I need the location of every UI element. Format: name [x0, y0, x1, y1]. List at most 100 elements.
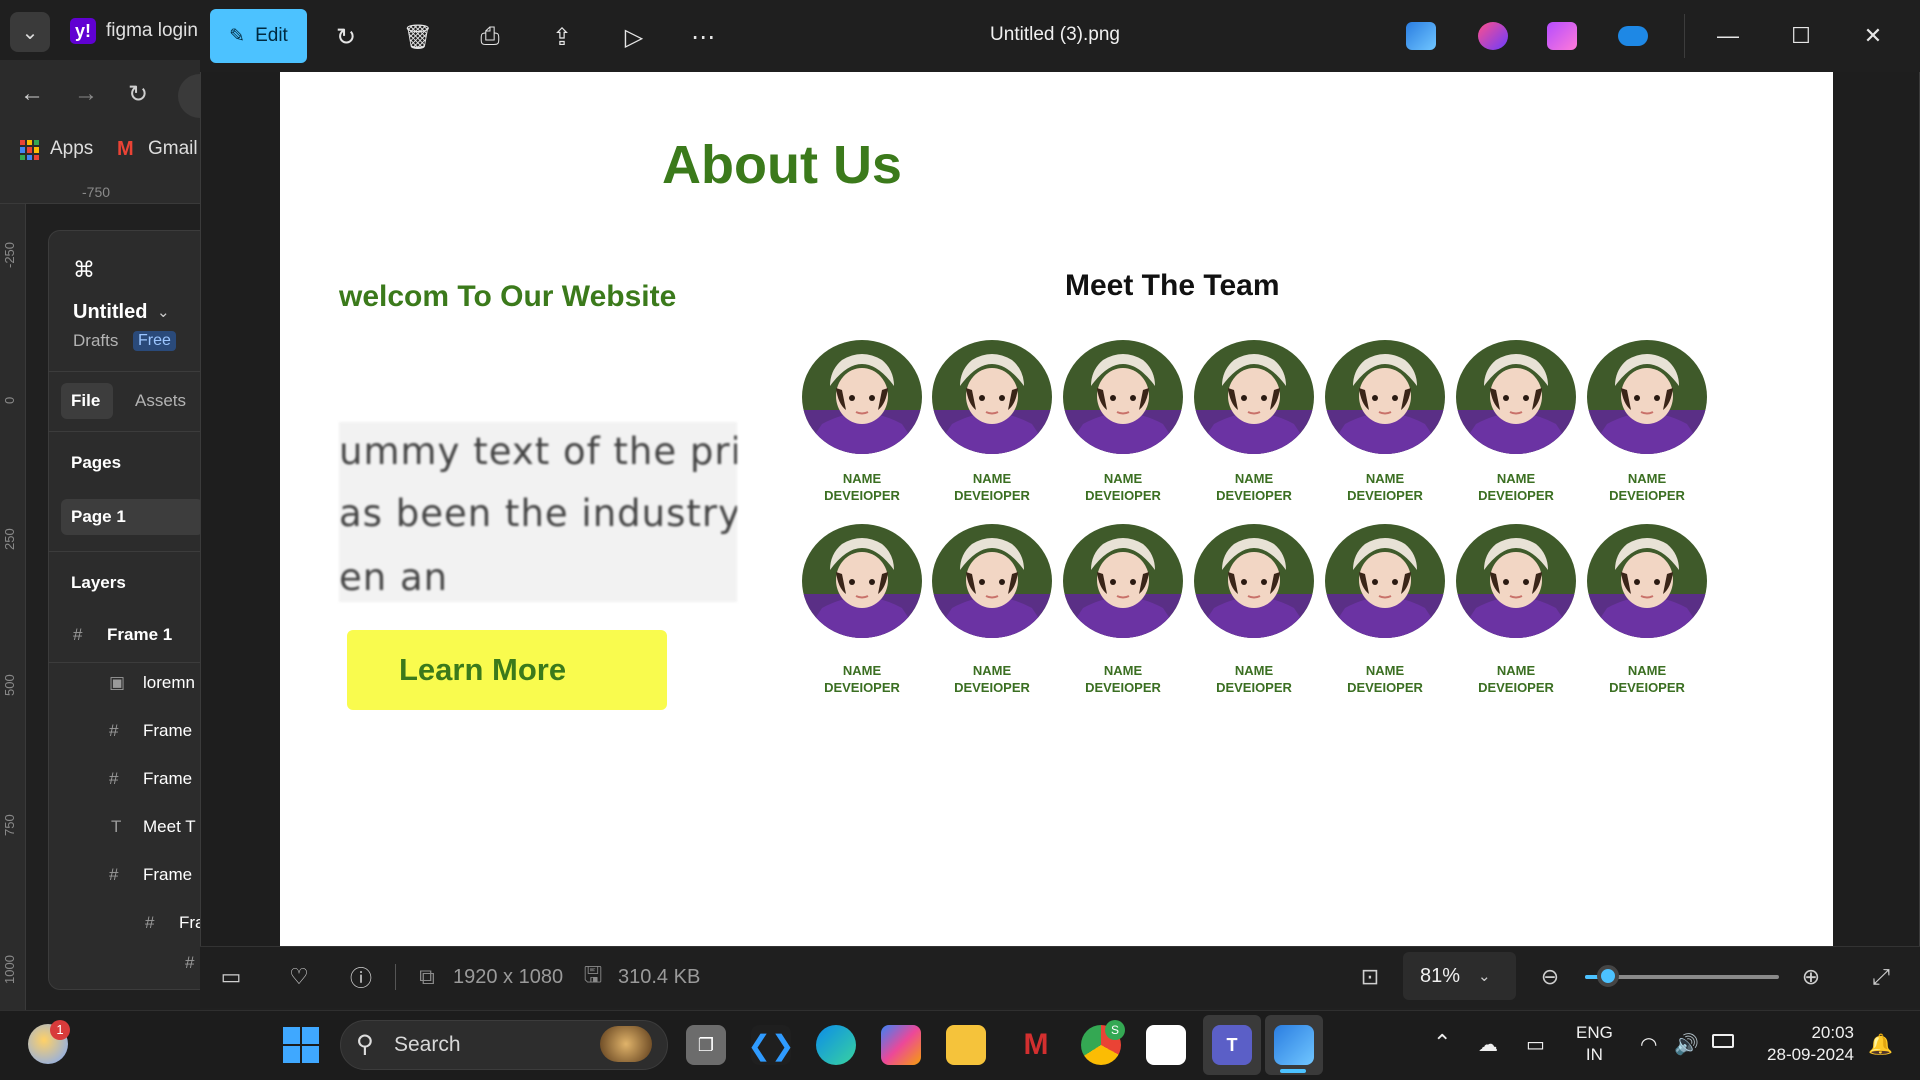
member-role: DEVEIOPER: [1347, 680, 1423, 695]
search-highlight-icon: [600, 1026, 652, 1062]
onedrive-icon[interactable]: [1618, 26, 1648, 46]
onedrive-tray-icon[interactable]: ☁: [1478, 1032, 1498, 1057]
page-item-label: Page 1: [71, 507, 126, 526]
clipchamp-app-icon[interactable]: [1547, 22, 1577, 50]
member-role: DEVEIOPER: [954, 488, 1030, 503]
volume-icon[interactable]: 🔊: [1674, 1032, 1699, 1057]
member-role: DEVEIOPER: [824, 680, 900, 695]
divider: [49, 431, 200, 432]
reload-icon[interactable]: ↻: [128, 80, 148, 109]
image-dimensions: 1920 x 1080: [453, 966, 564, 988]
store-icon[interactable]: [1146, 1025, 1186, 1065]
back-arrow-icon[interactable]: ←: [20, 80, 44, 108]
layer-label: Frame 1: [107, 625, 173, 644]
task-view-icon[interactable]: ❐: [686, 1025, 726, 1065]
minimize-icon[interactable]: —: [1708, 18, 1748, 54]
page-item-page-1[interactable]: Page 1: [61, 499, 200, 535]
close-icon[interactable]: ✕: [1853, 18, 1893, 54]
clock[interactable]: 20:03 28-09-2024: [1760, 1022, 1854, 1066]
tab-assets[interactable]: Assets: [135, 391, 186, 411]
delete-icon[interactable]: 🗑: [403, 22, 433, 52]
member-caption: NAME DEVEIOPER: [1587, 662, 1707, 696]
member-caption: NAME DEVEIOPER: [1325, 662, 1445, 696]
mcafee-icon[interactable]: M: [1016, 1025, 1056, 1065]
file-size: 310.4 KB: [618, 966, 701, 988]
filmstrip-icon[interactable]: ▭: [216, 962, 246, 992]
team-member-card: NAME DEVEIOPER: [1194, 340, 1314, 503]
battery-icon[interactable]: [1712, 1034, 1734, 1048]
layer-label: Frame: [143, 721, 193, 740]
file-explorer-icon[interactable]: [946, 1025, 986, 1065]
member-caption: NAME DEVEIOPER: [1063, 662, 1183, 696]
language-indicator[interactable]: ENG IN: [1576, 1022, 1613, 1066]
display-icon[interactable]: ▭: [1526, 1032, 1545, 1057]
info-icon[interactable]: ⓘ: [346, 962, 376, 992]
edit-button-label: Edit: [255, 25, 288, 46]
file-name[interactable]: Untitled: [73, 301, 147, 324]
child-portrait-image: [802, 340, 922, 454]
child-portrait-image: [1456, 340, 1576, 454]
zoom-in-icon[interactable]: ⊕: [1796, 962, 1826, 992]
search-icon: ⚲: [356, 1031, 374, 1058]
avatar: [1194, 524, 1314, 638]
child-portrait-image: [1325, 340, 1445, 454]
actual-size-icon[interactable]: ⊡: [1355, 962, 1385, 992]
layer-item[interactable]: # Frame: [49, 761, 200, 797]
member-name: NAME: [1103, 471, 1143, 486]
avatar: [802, 524, 922, 638]
edit-button[interactable]: ✎ Edit: [210, 9, 307, 63]
forward-arrow-icon[interactable]: →: [74, 80, 98, 108]
browser-tab-title[interactable]: figma login: [106, 20, 198, 42]
teams-icon[interactable]: T: [1212, 1025, 1252, 1065]
maximize-icon[interactable]: ☐: [1781, 18, 1821, 54]
notification-bell-icon[interactable]: 🔔: [1868, 1032, 1893, 1057]
designer-app-icon[interactable]: [1478, 22, 1508, 50]
bookmark-apps[interactable]: Apps: [50, 138, 93, 160]
tab-list-chevron-icon[interactable]: ⌄: [10, 12, 50, 52]
zoom-level: 81%: [1420, 964, 1461, 987]
layer-item[interactable]: # Frame 1: [49, 617, 200, 653]
tab-file[interactable]: File: [61, 383, 113, 419]
member-role: DEVEIOPER: [824, 488, 900, 503]
team-member-card: NAME DEVEIOPER: [1456, 340, 1576, 503]
start-windows-icon[interactable]: [283, 1027, 319, 1063]
member-name: NAME: [972, 471, 1012, 486]
frame-icon: #: [109, 721, 119, 740]
favorite-heart-icon[interactable]: ♡: [284, 962, 314, 992]
file-menu-chevron-icon[interactable]: ⌄: [157, 303, 170, 321]
search-placeholder: Search: [394, 1033, 461, 1056]
edge-icon[interactable]: [816, 1025, 856, 1065]
layer-item[interactable]: # Frame: [49, 713, 200, 749]
wifi-icon[interactable]: ◠: [1640, 1032, 1657, 1057]
layer-label: Frame: [143, 865, 193, 884]
frame-icon: #: [145, 913, 155, 932]
slideshow-icon[interactable]: ▷: [619, 22, 649, 52]
ruler-label: 500: [2, 674, 17, 696]
expand-fullscreen-icon[interactable]: ⤢: [1866, 962, 1896, 992]
divider: [49, 551, 200, 552]
zoom-dropdown[interactable]: 81% ⌄: [1403, 952, 1516, 1000]
member-name: NAME: [1496, 663, 1536, 678]
vscode-icon[interactable]: ❮❯: [748, 1025, 794, 1065]
avatar: [1587, 524, 1707, 638]
photos-taskbar-icon[interactable]: [1274, 1025, 1314, 1065]
photos-app-icon[interactable]: [1406, 22, 1436, 50]
layer-item[interactable]: ▣ loremn: [49, 665, 200, 701]
figma-menu-icon[interactable]: ⌘: [73, 257, 95, 283]
show-hidden-icons-chevron-icon[interactable]: ⌃: [1433, 1030, 1451, 1056]
team-member-card: NAME DEVEIOPER: [802, 340, 922, 503]
avatar: [932, 524, 1052, 638]
zoom-out-icon[interactable]: ⊖: [1535, 962, 1565, 992]
avatar: [1194, 340, 1314, 454]
layer-item[interactable]: T Meet T: [49, 809, 200, 845]
copilot-icon[interactable]: [881, 1025, 921, 1065]
layer-item[interactable]: # Fra: [49, 905, 200, 941]
share-icon[interactable]: ⇪: [547, 22, 577, 52]
rotate-icon[interactable]: ↻: [331, 22, 361, 52]
bookmark-gmail[interactable]: Gmail: [148, 138, 198, 160]
apps-grid-icon: [20, 140, 40, 160]
more-options-icon[interactable]: ⋯: [688, 22, 718, 52]
layer-item[interactable]: # Frame: [49, 857, 200, 893]
child-portrait-image: [932, 340, 1052, 454]
print-icon[interactable]: ⎙: [475, 22, 505, 52]
